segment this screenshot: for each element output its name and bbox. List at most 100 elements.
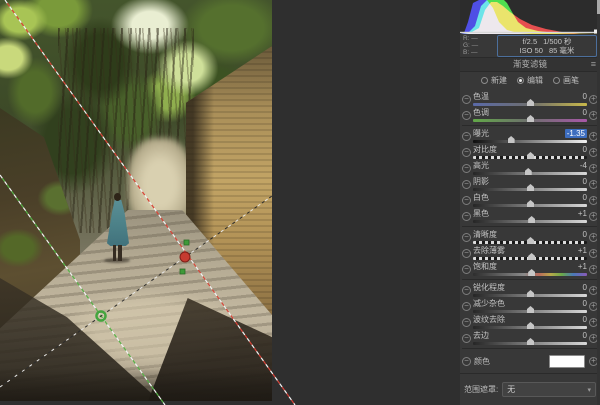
clarity-label: 清晰度 xyxy=(473,230,497,239)
divider xyxy=(462,348,598,349)
shadows-minus-button[interactable]: − xyxy=(462,180,471,189)
temperature-slider-track[interactable] xyxy=(473,103,587,106)
moire-reduction-slider-track[interactable] xyxy=(473,326,587,329)
graduated-filter-overlay xyxy=(0,0,460,405)
tint-minus-button[interactable]: − xyxy=(462,111,471,120)
panel-titlebar: 渐变滤镜 ≡ xyxy=(460,57,600,72)
rotate-handle-top[interactable] xyxy=(184,240,189,245)
slider-list: −色温0+−色调0+−曝光-1.35+−对比度0+−高光-4+−阴影0+−白色0… xyxy=(460,88,600,349)
sharpness-value[interactable]: 0 xyxy=(583,283,587,292)
exposure-value[interactable]: -1.35 xyxy=(565,129,587,138)
contrast-slider-track[interactable] xyxy=(473,156,587,159)
blacks-value[interactable]: +1 xyxy=(578,209,587,218)
exposure-label: 曝光 xyxy=(473,129,489,138)
mode-selector: 新建编辑 画笔 xyxy=(460,72,600,88)
divider xyxy=(460,373,600,374)
gradient-axis-line[interactable] xyxy=(0,196,272,387)
shutter-value: 1/500 秒 xyxy=(543,37,571,46)
clarity-value[interactable]: 0 xyxy=(583,230,587,239)
mode-label: 新建 xyxy=(491,75,507,86)
focal-length-value: 85 毫米 xyxy=(549,46,574,55)
slider-row-whites: −白色0+ xyxy=(462,192,598,208)
rgb-row: G: — xyxy=(463,42,497,49)
blacks-minus-button[interactable]: − xyxy=(462,212,471,221)
tint-slider-track[interactable] xyxy=(473,119,587,122)
chevron-down-icon: ▾ xyxy=(587,386,591,394)
mode-label: 画笔 xyxy=(563,75,579,86)
noise-reduction-minus-button[interactable]: − xyxy=(462,302,471,311)
contrast-minus-button[interactable]: − xyxy=(462,148,471,157)
clarity-slider-track[interactable] xyxy=(473,241,587,244)
slider-row-tint: −色调0+ xyxy=(462,107,598,123)
blacks-label: 黑色 xyxy=(473,209,489,218)
tint-label: 色调 xyxy=(473,108,489,117)
temperature-value[interactable]: 0 xyxy=(583,92,587,101)
gradient-end-handle[interactable] xyxy=(180,252,190,262)
histogram-baseline xyxy=(460,32,600,33)
slider-row-shadows: −阴影0+ xyxy=(462,176,598,192)
highlights-value[interactable]: -4 xyxy=(580,161,587,170)
rgb-row: R: — xyxy=(463,35,497,42)
clarity-minus-button[interactable]: − xyxy=(462,233,471,242)
gradient-axis-line-dark xyxy=(0,196,272,387)
slider-row-highlights: −高光-4+ xyxy=(462,160,598,176)
color-minus-button[interactable]: − xyxy=(462,357,471,366)
iso-value: ISO 50 xyxy=(520,46,543,55)
saturation-minus-button[interactable]: − xyxy=(462,265,471,274)
defringe-value[interactable]: 0 xyxy=(583,331,587,340)
divider xyxy=(462,279,598,280)
mode-new[interactable]: 新建 xyxy=(481,75,507,86)
sharpness-label: 锐化程度 xyxy=(473,283,505,292)
dehaze-minus-button[interactable]: − xyxy=(462,249,471,258)
temperature-minus-button[interactable]: − xyxy=(462,95,471,104)
rgb-row: B: — xyxy=(463,49,497,56)
radio-icon xyxy=(517,77,524,84)
highlights-slider-track[interactable] xyxy=(473,172,587,175)
adjustment-panel: R: —G: —B: — f/2.51/500 秒 ISO 5085 毫米 渐变… xyxy=(460,0,600,405)
whites-slider-track[interactable] xyxy=(473,204,587,207)
noise-reduction-slider-track[interactable] xyxy=(473,310,587,313)
blacks-slider-track[interactable] xyxy=(473,220,587,223)
saturation-label: 饱和度 xyxy=(473,262,497,271)
defringe-slider-track[interactable] xyxy=(473,342,587,345)
shadows-slider-track[interactable] xyxy=(473,188,587,191)
noise-reduction-value[interactable]: 0 xyxy=(583,299,587,308)
slider-row-clarity: −清晰度0+ xyxy=(462,229,598,245)
sharpness-minus-button[interactable]: − xyxy=(462,286,471,295)
moire-reduction-label: 波纹去除 xyxy=(473,315,505,324)
rotate-handle-bottom[interactable] xyxy=(180,269,185,274)
tint-value[interactable]: 0 xyxy=(583,108,587,117)
noise-reduction-label: 减少杂色 xyxy=(473,299,505,308)
panel-menu-icon[interactable]: ≡ xyxy=(591,58,596,71)
saturation-slider-track[interactable] xyxy=(473,273,587,276)
slider-row-sharpness: −锐化程度0+ xyxy=(462,282,598,298)
slider-row-defringe: −去边0+ xyxy=(462,330,598,346)
range-mask-row: 范围遮罩: 无 ▾ xyxy=(460,376,600,397)
exposure-minus-button[interactable]: − xyxy=(462,132,471,141)
dehaze-value[interactable]: +1 xyxy=(578,246,587,255)
image-canvas xyxy=(0,0,460,405)
defringe-minus-button[interactable]: − xyxy=(462,334,471,343)
contrast-value[interactable]: 0 xyxy=(583,145,587,154)
sharpness-slider-track[interactable] xyxy=(473,294,587,297)
mode-brush[interactable]: 画笔 xyxy=(553,75,579,86)
shadows-value[interactable]: 0 xyxy=(583,177,587,186)
exposure-slider-track[interactable] xyxy=(473,140,587,143)
temperature-label: 色温 xyxy=(473,92,489,101)
saturation-value[interactable]: +1 xyxy=(578,262,587,271)
image-info: R: —G: —B: — f/2.51/500 秒 ISO 5085 毫米 xyxy=(460,34,600,57)
dehaze-slider-track[interactable] xyxy=(473,257,587,260)
mode-edit[interactable]: 编辑 xyxy=(517,75,543,86)
contrast-label: 对比度 xyxy=(473,145,497,154)
moire-reduction-minus-button[interactable]: − xyxy=(462,318,471,327)
range-mask-value: 无 xyxy=(507,384,515,395)
color-swatch[interactable] xyxy=(549,355,585,368)
slider-row-blacks: −黑色+1+ xyxy=(462,208,598,224)
moire-reduction-value[interactable]: 0 xyxy=(583,315,587,324)
range-mask-select[interactable]: 无 ▾ xyxy=(502,382,596,397)
range-mask-label: 范围遮罩: xyxy=(464,384,498,395)
whites-minus-button[interactable]: − xyxy=(462,196,471,205)
whites-value[interactable]: 0 xyxy=(583,193,587,202)
highlights-minus-button[interactable]: − xyxy=(462,164,471,173)
radio-icon xyxy=(481,77,488,84)
